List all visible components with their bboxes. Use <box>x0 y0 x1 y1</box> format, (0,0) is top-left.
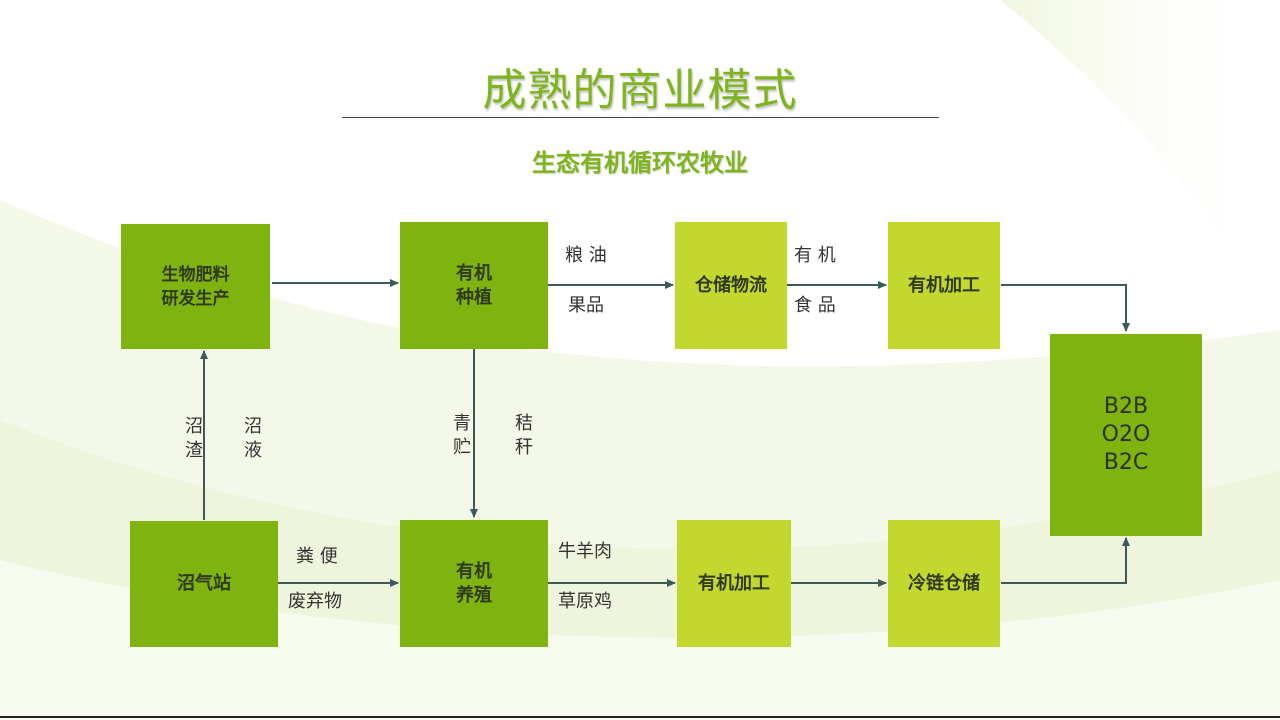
label-food: 食 品 <box>794 295 836 316</box>
label-grain-oil: 粮 油 <box>565 245 607 266</box>
label-fruit: 果品 <box>568 295 604 316</box>
label-beef-mutton: 牛羊肉 <box>558 541 612 562</box>
node-fertilizer-label: 生物肥料 研发生产 <box>161 264 230 309</box>
node-biogas: 沼气站 <box>130 521 278 647</box>
label-manure: 粪 便 <box>296 546 338 567</box>
node-storage: 仓储物流 <box>675 222 787 349</box>
label-silage: 青 贮 <box>453 413 471 458</box>
label-straw: 秸 秆 <box>515 413 533 458</box>
node-processing-top-label: 有机加工 <box>908 274 980 296</box>
page-title: 成熟的商业模式 <box>482 65 798 116</box>
node-breeding-label: 有机 养殖 <box>456 560 492 606</box>
node-planting: 有机 种植 <box>400 222 548 349</box>
node-breeding: 有机 养殖 <box>400 520 548 647</box>
node-processing-bottom-label: 有机加工 <box>698 572 770 594</box>
label-organic: 有 机 <box>794 245 836 266</box>
node-b2b: B2B O2O B2C <box>1050 334 1202 536</box>
node-fertilizer: 生物肥料 研发生产 <box>121 224 270 349</box>
page-subtitle: 生态有机循环农牧业 <box>532 149 748 177</box>
node-planting-label: 有机 种植 <box>456 262 492 308</box>
title-divider <box>342 117 939 118</box>
node-b2b-label: B2B O2O B2C <box>1101 394 1151 475</box>
node-storage-label: 仓储物流 <box>695 274 767 296</box>
node-biogas-label: 沼气站 <box>177 573 231 594</box>
node-processing-top: 有机加工 <box>888 222 1000 349</box>
label-waste: 废弃物 <box>288 591 342 612</box>
node-coldchain-label: 冷链仓储 <box>908 572 980 594</box>
label-chicken: 草原鸡 <box>558 591 612 612</box>
node-processing-bottom: 有机加工 <box>677 520 791 647</box>
label-liquid: 沼 液 <box>244 416 262 461</box>
node-coldchain: 冷链仓储 <box>888 520 1000 647</box>
label-residue: 沼 渣 <box>185 416 203 461</box>
